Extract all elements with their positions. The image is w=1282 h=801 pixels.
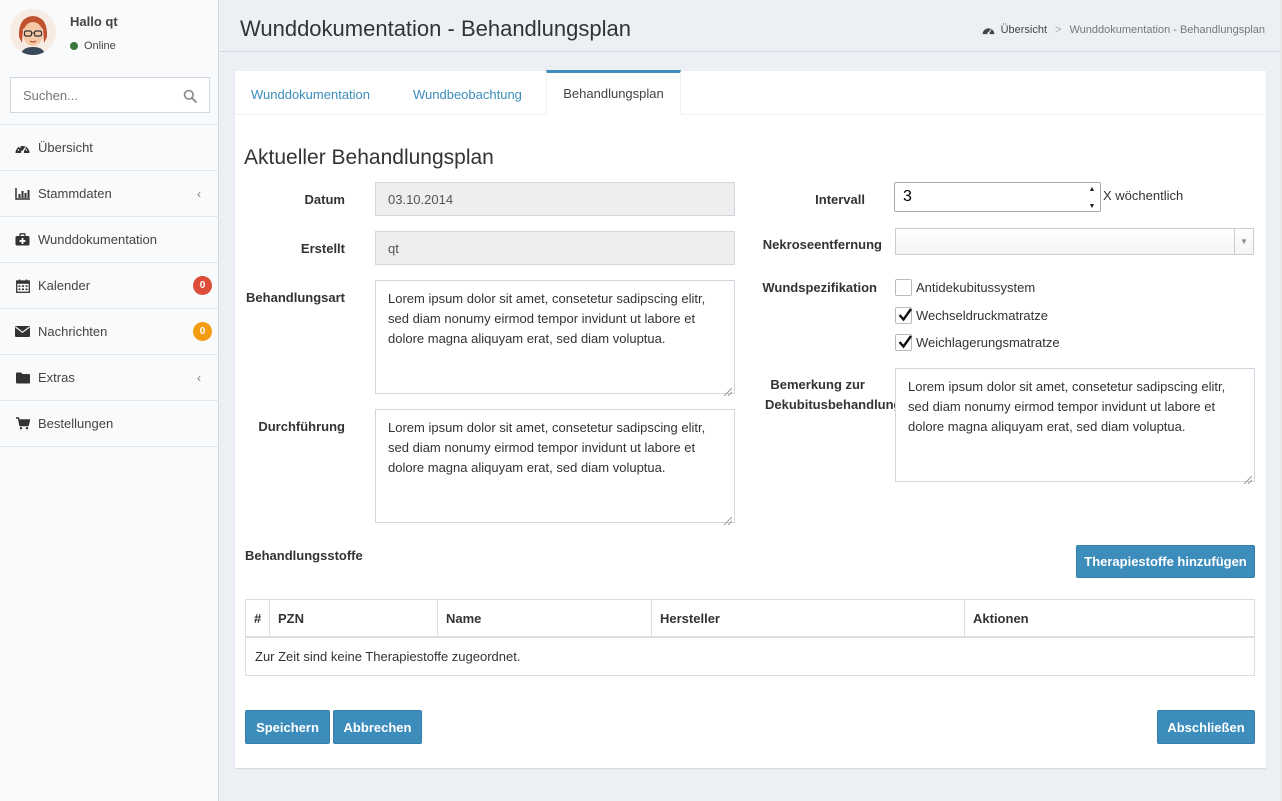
section-title: Aktueller Behandlungsplan — [244, 146, 494, 169]
sidebar-item-kalender[interactable]: Kalender 0 — [0, 263, 219, 309]
sidebar-menu: Übersicht Stammdaten ‹ Wunddokumentation… — [0, 124, 219, 447]
checkmark-icon — [898, 335, 912, 349]
user-panel: Hallo qt Online — [0, 0, 218, 70]
sidebar-item-label: Stammdaten — [38, 186, 112, 201]
column-header-pzn: PZN — [270, 600, 438, 636]
sidebar-search — [10, 77, 210, 113]
search-icon[interactable] — [183, 89, 197, 103]
chevron-down-icon: ▼ — [1234, 229, 1253, 254]
user-name: Hallo qt — [70, 14, 118, 29]
cancel-button[interactable]: Abbrechen — [333, 710, 422, 744]
durchfuehrung-text: Lorem ipsum dolor sit amet, consetetur s… — [388, 420, 706, 475]
sidebar-item-label: Bestellungen — [38, 416, 114, 431]
intervall-suffix: X wöchentlich — [1103, 188, 1184, 203]
sidebar-item-label: Übersicht — [38, 140, 93, 155]
durchfuehrung-textarea[interactable]: Lorem ipsum dolor sit amet, consetetur s… — [375, 409, 735, 526]
checkbox-weichlagerungsmatratze[interactable]: Weichlagerungsmatratze — [895, 334, 1060, 351]
checkmark-icon — [898, 308, 912, 322]
breadcrumb: Übersicht > Wunddokumentation - Behandlu… — [982, 24, 1265, 36]
avatar — [10, 9, 56, 55]
checkbox-box[interactable] — [895, 279, 912, 296]
breadcrumb-current: Wunddokumentation - Behandlungsplan — [1069, 24, 1266, 36]
tab-behandlungsplan[interactable]: Behandlungsplan — [546, 70, 681, 115]
erstellt-field: qt — [375, 231, 735, 265]
bemerkung-label-line1: Bemerkung zur — [770, 377, 865, 392]
checkbox-wechseldruckmatratze[interactable]: Wechseldruckmatratze — [895, 307, 1048, 324]
sidebar-item-label: Extras — [38, 370, 75, 385]
therapiestoffe-table: # PZN Name Hersteller Aktionen Zur Zeit … — [245, 599, 1255, 676]
column-header-name: Name — [438, 600, 652, 636]
table-header: # PZN Name Hersteller Aktionen — [246, 600, 1254, 638]
sidebar-item-uebersicht[interactable]: Übersicht — [0, 125, 219, 171]
sidebar-item-nachrichten[interactable]: Nachrichten 0 — [0, 309, 219, 355]
sidebar-item-wunddokumentation[interactable]: Wunddokumentation — [0, 217, 219, 263]
bemerkung-text: Lorem ipsum dolor sit amet, consetetur s… — [908, 379, 1226, 434]
erstellt-label: Erstellt — [300, 241, 345, 256]
bar-chart-icon — [15, 187, 30, 201]
folder-icon — [15, 371, 30, 385]
checkbox-box[interactable] — [895, 334, 912, 351]
behandlungsart-label: Behandlungsart — [246, 290, 345, 305]
nekrose-select[interactable]: ▼ — [895, 228, 1254, 255]
sidebar-item-label: Kalender — [38, 278, 91, 293]
sidebar-item-bestellungen[interactable]: Bestellungen — [0, 401, 219, 447]
intervall-value: 3 — [903, 188, 912, 205]
behandlungsart-textarea[interactable]: Lorem ipsum dolor sit amet, consetetur s… — [375, 280, 735, 397]
behandlungsplan-card: Wunddokumentation Wundbeobachtung Behand… — [235, 70, 1266, 768]
intervall-input[interactable]: 3 ▲ ▼ — [894, 182, 1101, 212]
page-title: Wunddokumentation - Behandlungsplan — [240, 16, 631, 41]
tab-wundbeobachtung[interactable]: Wundbeobachtung — [413, 71, 522, 115]
column-header-index: # — [246, 600, 270, 636]
sidebar-item-extras[interactable]: Extras ‹ — [0, 355, 219, 401]
save-button[interactable]: Speichern — [245, 710, 330, 744]
user-status-label: Online — [84, 40, 116, 52]
checkbox-box[interactable] — [895, 307, 912, 324]
medkit-icon — [15, 233, 30, 247]
shopping-cart-icon — [15, 417, 30, 431]
nachrichten-badge: 0 — [193, 322, 212, 341]
envelope-icon — [15, 325, 30, 339]
behandlungsart-text: Lorem ipsum dolor sit amet, consetetur s… — [388, 291, 706, 346]
sidebar-item-stammdaten[interactable]: Stammdaten ‹ — [0, 171, 219, 217]
calendar-icon — [15, 279, 30, 293]
column-header-hersteller: Hersteller — [652, 600, 965, 636]
tab-wunddokumentation[interactable]: Wunddokumentation — [251, 71, 370, 115]
chevron-left-icon: ‹ — [197, 371, 201, 385]
user-status: Online — [70, 40, 116, 52]
spinner-arrows-icon[interactable]: ▲ ▼ — [1087, 186, 1097, 210]
checkbox-label: Antidekubitussystem — [916, 280, 1036, 295]
chevron-left-icon: ‹ — [197, 187, 201, 201]
bemerkung-label-line2: Dekubitusbehandlung — [765, 397, 897, 412]
datum-label: Datum — [304, 192, 345, 207]
sidebar: Hallo qt Online Übersicht Stammdaten ‹ — [0, 0, 219, 801]
bemerkung-textarea[interactable]: Lorem ipsum dolor sit amet, consetetur s… — [895, 368, 1255, 485]
table-empty-row: Zur Zeit sind keine Therapiestoffe zugeo… — [255, 649, 521, 664]
behandlungsstoffe-title: Behandlungsstoffe — [245, 548, 363, 563]
search-input[interactable] — [11, 78, 209, 112]
tab-bar: Wunddokumentation Wundbeobachtung Behand… — [235, 70, 1266, 115]
resize-grip-icon[interactable] — [1243, 470, 1253, 485]
breadcrumb-home-link[interactable]: Übersicht — [1001, 24, 1047, 36]
checkbox-label: Weichlagerungsmatratze — [916, 335, 1060, 350]
add-therapiestoffe-button[interactable]: Therapiestoffe hinzufügen — [1076, 545, 1255, 578]
dashboard-icon — [982, 25, 995, 35]
nekrose-label: Nekroseentfernung — [762, 237, 882, 252]
resize-grip-icon[interactable] — [723, 382, 733, 397]
header-divider — [220, 51, 1282, 52]
datum-field: 03.10.2014 — [375, 182, 735, 216]
resize-grip-icon[interactable] — [723, 511, 733, 526]
column-header-aktionen: Aktionen — [973, 610, 1029, 626]
sidebar-item-label: Wunddokumentation — [38, 232, 158, 247]
checkbox-antidekubitussystem[interactable]: Antidekubitussystem — [895, 279, 1035, 296]
checkbox-label: Wechseldruckmatratze — [916, 308, 1048, 323]
kalender-badge: 0 — [193, 276, 212, 295]
intervall-label: Intervall — [815, 192, 865, 207]
sidebar-item-label: Nachrichten — [38, 324, 108, 339]
dashboard-icon — [15, 141, 30, 155]
breadcrumb-separator: > — [1055, 24, 1062, 36]
wundspezifikation-label: Wundspezifikation — [762, 280, 877, 295]
finish-button[interactable]: Abschließen — [1157, 710, 1255, 744]
durchfuehrung-label: Durchführung — [258, 419, 345, 434]
online-status-icon — [70, 42, 78, 50]
